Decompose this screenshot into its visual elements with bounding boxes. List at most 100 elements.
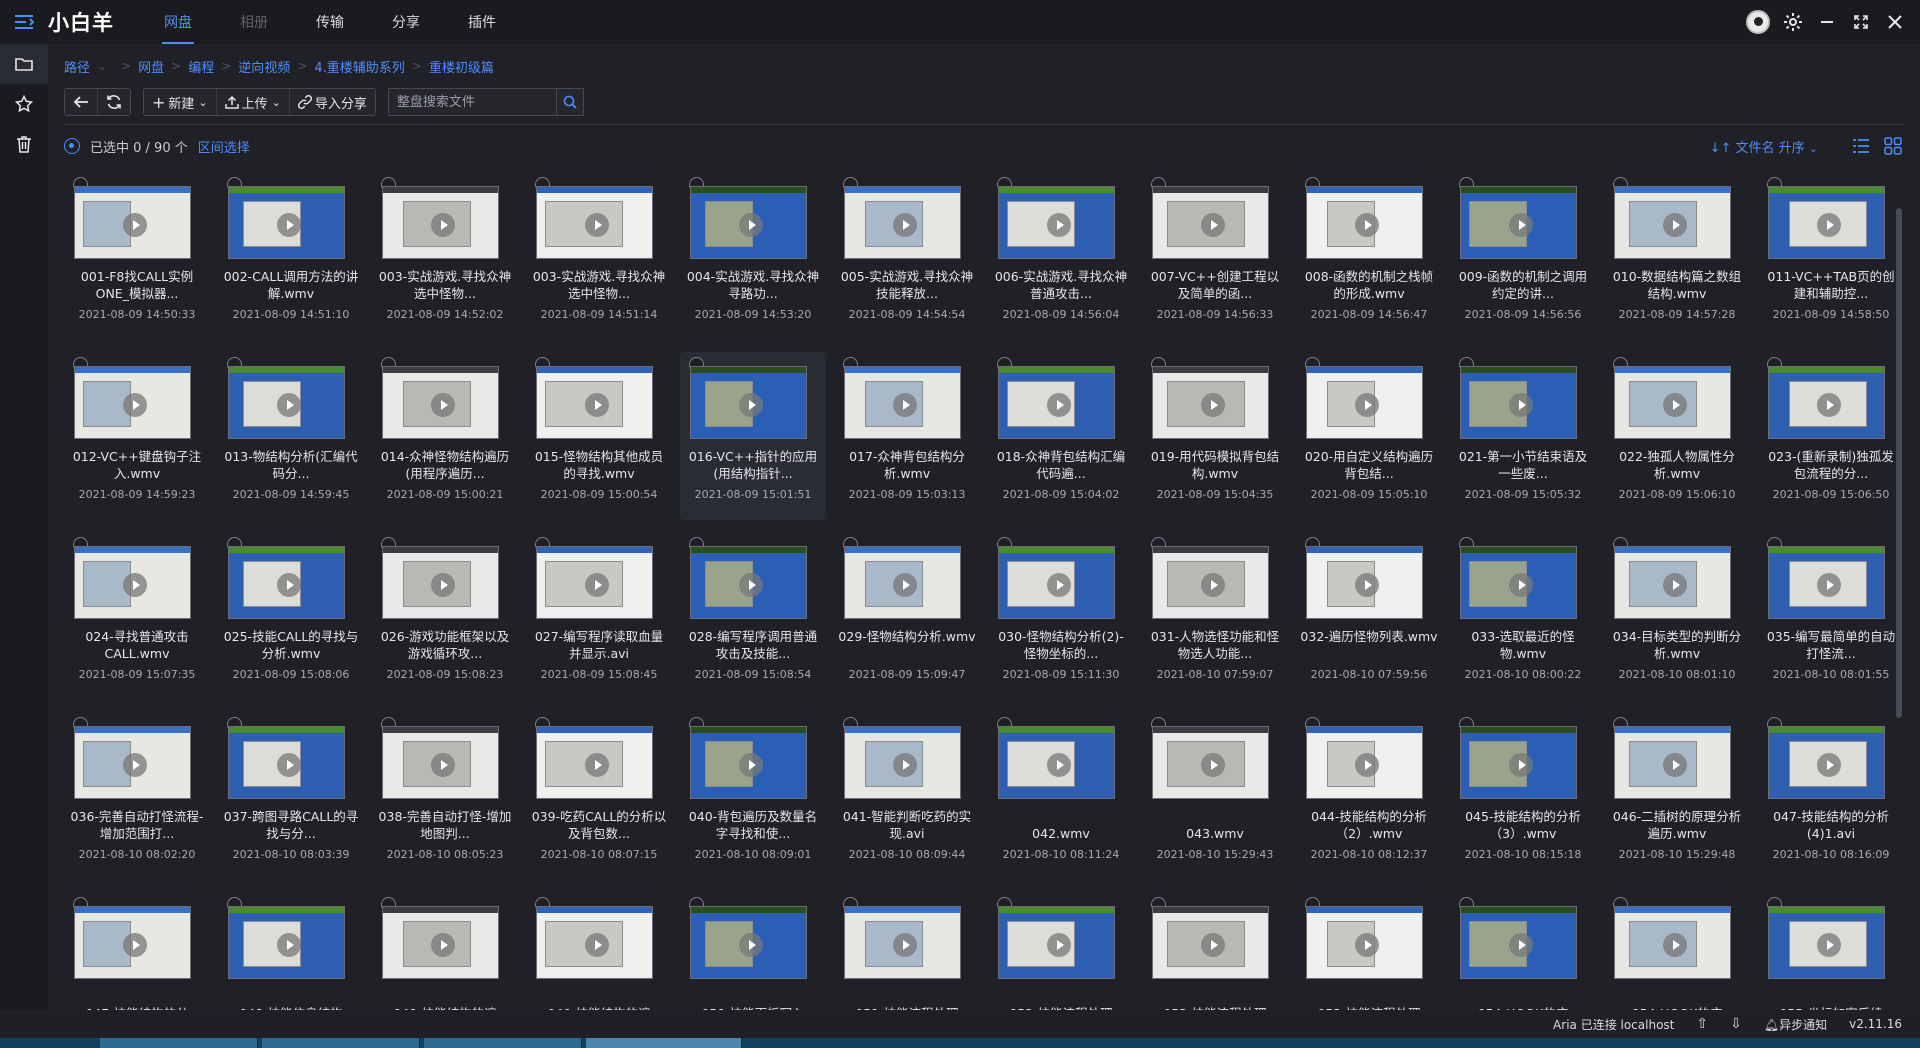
breadcrumb-root[interactable]: 路径 xyxy=(64,57,90,76)
file-tile[interactable]: 009-函数的机制之调用约定的讲... 2021-08-09 14:56:56 xyxy=(1450,172,1596,340)
file-tile[interactable]: 054-HOOK的应 xyxy=(1450,892,1596,1010)
file-tile[interactable]: 015-怪物结构其他成员的寻找.wmv 2021-08-09 15:00:54 xyxy=(526,352,672,520)
sidebar-item-favorites[interactable] xyxy=(0,84,48,124)
file-tile[interactable]: 047-技能结构的分 xyxy=(64,892,210,1010)
grid-view-button[interactable] xyxy=(1882,136,1904,156)
file-tile[interactable]: 021-第一小节结束语及一些废... 2021-08-09 15:05:32 xyxy=(1450,352,1596,520)
file-tile[interactable]: 040-背包遍历及数量名字寻找和使... 2021-08-10 08:09:01 xyxy=(680,712,826,880)
file-tile[interactable]: 044-技能结构的分析（2）.wmv 2021-08-10 08:12:37 xyxy=(1296,712,1442,880)
file-tile[interactable]: 010-数据结构篇之数组结构.wmv 2021-08-09 14:57:28 xyxy=(1604,172,1750,340)
file-tile[interactable]: 028-编写程序调用普通攻击及技能... 2021-08-09 15:08:54 xyxy=(680,532,826,700)
back-button[interactable] xyxy=(65,89,97,115)
select-all-icon[interactable] xyxy=(64,138,80,154)
tab-transfer[interactable]: 传输 xyxy=(292,0,368,44)
sidebar-item-files[interactable] xyxy=(0,44,48,84)
file-tile[interactable]: 013-物结构分析(汇编代码分... 2021-08-09 14:59:45 xyxy=(218,352,364,520)
menu-icon[interactable] xyxy=(0,0,48,44)
file-tile[interactable]: 018-众神背包结构汇编代码遍... 2021-08-09 15:04:02 xyxy=(988,352,1134,520)
breadcrumb-item[interactable]: 逆向视频 xyxy=(238,57,290,76)
maximize-icon[interactable] xyxy=(1844,5,1878,39)
file-tile[interactable]: 054-HOOK的应 xyxy=(1604,892,1750,1010)
file-tile[interactable]: 019-用代码模拟背包结构.wmv 2021-08-09 15:04:35 xyxy=(1142,352,1288,520)
file-tile[interactable]: 051-技能流程处理 xyxy=(834,892,980,1010)
refresh-button[interactable] xyxy=(97,89,130,115)
file-tile[interactable]: 023-(重新录制)独孤发包流程的分... 2021-08-09 15:06:50 xyxy=(1758,352,1896,520)
file-tile[interactable]: 016-VC++指针的应用(用结构指针... 2021-08-09 15:01:5… xyxy=(680,352,826,520)
file-tile[interactable]: 055-坐标加密后续 xyxy=(1758,892,1896,1010)
file-tile[interactable]: 006-实战游戏.寻找众神普通攻击... 2021-08-09 14:56:04 xyxy=(988,172,1134,340)
file-tile[interactable]: 012-VC++键盘钩子注入.wmv 2021-08-09 14:59:23 xyxy=(64,352,210,520)
file-tile[interactable]: 022-独孤人物属性分析.wmv 2021-08-09 15:06:10 xyxy=(1604,352,1750,520)
upload-arrow-icon[interactable]: ⇧ xyxy=(1696,1016,1708,1032)
tab-album[interactable]: 相册 xyxy=(216,0,292,44)
file-tile[interactable]: 038-完善自动打怪-增加地图判... 2021-08-10 08:05:23 xyxy=(372,712,518,880)
taskbar-item[interactable] xyxy=(100,1038,258,1048)
file-tile[interactable]: 039-吃药CALL的分析以及背包数... 2021-08-10 08:07:15 xyxy=(526,712,672,880)
file-tile[interactable]: 014-众神怪物结构遍历(用程序遍历... 2021-08-09 15:00:21 xyxy=(372,352,518,520)
search-input[interactable] xyxy=(387,88,556,116)
file-tile[interactable]: 034-目标类型的判断分析.wmv 2021-08-10 08:01:10 xyxy=(1604,532,1750,700)
file-tile[interactable]: 031-人物选怪功能和怪物选人功能... 2021-08-10 07:59:07 xyxy=(1142,532,1288,700)
file-tile[interactable]: 049-技能结构的遍 xyxy=(526,892,672,1010)
search-button[interactable] xyxy=(555,88,584,116)
file-tile[interactable]: 037-跨图寻路CALL的寻找与分... 2021-08-10 08:03:39 xyxy=(218,712,364,880)
file-tile[interactable]: 032-遍历怪物列表.wmv 2021-08-10 07:59:56 xyxy=(1296,532,1442,700)
download-arrow-icon[interactable]: ⇩ xyxy=(1730,1016,1742,1032)
file-tile[interactable]: 052-技能流程处理 xyxy=(1142,892,1288,1010)
breadcrumb-item[interactable]: 重楼初级篇 xyxy=(429,57,494,76)
gear-icon[interactable] xyxy=(1776,5,1810,39)
file-tile[interactable]: 024-寻找普通攻击CALL.wmv 2021-08-09 15:07:35 xyxy=(64,532,210,700)
breadcrumb-item[interactable]: 网盘 xyxy=(138,57,164,76)
file-tile[interactable]: 011-VC++TAB页的创建和辅助控... 2021-08-09 14:58:5… xyxy=(1758,172,1896,340)
new-button[interactable]: + 新建 ⌄ xyxy=(144,89,216,115)
file-tile[interactable]: 052-技能流程处理 xyxy=(988,892,1134,1010)
sort-button[interactable]: ↓↑ 文件名 升序 ⌄ xyxy=(1710,137,1818,156)
breadcrumb-item[interactable]: 4.重楼辅助系列 xyxy=(314,57,404,76)
file-tile[interactable]: 050-技能面板写入 xyxy=(680,892,826,1010)
file-tile[interactable]: 036-完善自动打怪流程-增加范围打... 2021-08-10 08:02:20 xyxy=(64,712,210,880)
file-tile[interactable]: 007-VC++创建工程以及简单的函... 2021-08-09 14:56:33 xyxy=(1142,172,1288,340)
chevron-down-icon[interactable]: ⌄ xyxy=(97,59,107,73)
scrollbar-thumb[interactable] xyxy=(1896,208,1902,718)
file-tile[interactable]: 027-编写程序读取血量并显示.avi 2021-08-09 15:08:45 xyxy=(526,532,672,700)
file-tile[interactable]: 003-实战游戏.寻找众神选中怪物... 2021-08-09 14:51:14 xyxy=(526,172,672,340)
import-share-button[interactable]: 导入分享 xyxy=(288,89,375,115)
file-tile[interactable]: 033-选取最近的怪物.wmv 2021-08-10 08:00:22 xyxy=(1450,532,1596,700)
sidebar-item-trash[interactable] xyxy=(0,124,48,164)
file-tile[interactable]: 030-怪物结构分析(2)-怪物坐标的... 2021-08-09 15:11:3… xyxy=(988,532,1134,700)
file-tile[interactable]: 043.wmv 2021-08-10 15:29:43 xyxy=(1142,712,1288,880)
file-tile[interactable]: 026-游戏功能框架以及游戏循环攻... 2021-08-09 15:08:23 xyxy=(372,532,518,700)
range-select-link[interactable]: 区间选择 xyxy=(198,137,250,156)
file-tile[interactable]: 041-智能判断吃药的实现.avi 2021-08-10 08:09:44 xyxy=(834,712,980,880)
file-tile[interactable]: 042.wmv 2021-08-10 08:11:24 xyxy=(988,712,1134,880)
file-tile[interactable]: 020-用自定义结构遍历背包结... 2021-08-09 15:05:10 xyxy=(1296,352,1442,520)
file-tile[interactable]: 025-技能CALL的寻找与分析.wmv 2021-08-09 15:08:06 xyxy=(218,532,364,700)
file-tile[interactable]: 017-众神背包结构分析.wmv 2021-08-09 15:03:13 xyxy=(834,352,980,520)
async-notify[interactable]: 🔔︎异步通知 xyxy=(1764,1016,1827,1033)
file-tile[interactable]: 008-函数的机制之栈帧的形成.wmv 2021-08-09 14:56:47 xyxy=(1296,172,1442,340)
list-view-button[interactable] xyxy=(1850,136,1872,156)
scrollbar[interactable] xyxy=(1895,164,1903,1004)
file-tile[interactable]: 045-技能结构的分析（3）.wmv 2021-08-10 08:15:18 xyxy=(1450,712,1596,880)
file-tile[interactable]: 047-技能结构的分析(4)1.avi 2021-08-10 08:16:09 xyxy=(1758,712,1896,880)
taskbar-item[interactable] xyxy=(424,1038,582,1048)
taskbar-item[interactable] xyxy=(586,1038,742,1048)
tab-plugins[interactable]: 插件 xyxy=(444,0,520,44)
file-tile[interactable]: 004-实战游戏.寻找众神寻路功... 2021-08-09 14:53:20 xyxy=(680,172,826,340)
taskbar-item[interactable] xyxy=(262,1038,420,1048)
file-tile[interactable]: 035-编写最简单的自动打怪流... 2021-08-10 08:01:55 xyxy=(1758,532,1896,700)
avatar[interactable] xyxy=(1746,10,1770,34)
minimize-icon[interactable] xyxy=(1810,5,1844,39)
file-tile[interactable]: 005-实战游戏.寻找众神技能释放... 2021-08-09 14:54:54 xyxy=(834,172,980,340)
file-tile[interactable]: 048-技能信息结构 xyxy=(218,892,364,1010)
file-tile[interactable]: 002-CALL调用方法的讲解.wmv 2021-08-09 14:51:10 xyxy=(218,172,364,340)
upload-button[interactable]: 上传 ⌄ xyxy=(215,89,289,115)
file-tile[interactable]: 001-F8找CALL实例ONE_模拟器... 2021-08-09 14:50:… xyxy=(64,172,210,340)
file-tile[interactable]: 053-技能流程处理 xyxy=(1296,892,1442,1010)
file-tile[interactable]: 049-技能结构的遍 xyxy=(372,892,518,1010)
file-tile[interactable]: 046-二插树的原理分析遍历.wmv 2021-08-10 15:29:48 xyxy=(1604,712,1750,880)
tab-netdisk[interactable]: 网盘 xyxy=(140,0,216,44)
tab-share[interactable]: 分享 xyxy=(368,0,444,44)
file-tile[interactable]: 029-怪物结构分析.wmv 2021-08-09 15:09:47 xyxy=(834,532,980,700)
breadcrumb-item[interactable]: 编程 xyxy=(188,57,214,76)
